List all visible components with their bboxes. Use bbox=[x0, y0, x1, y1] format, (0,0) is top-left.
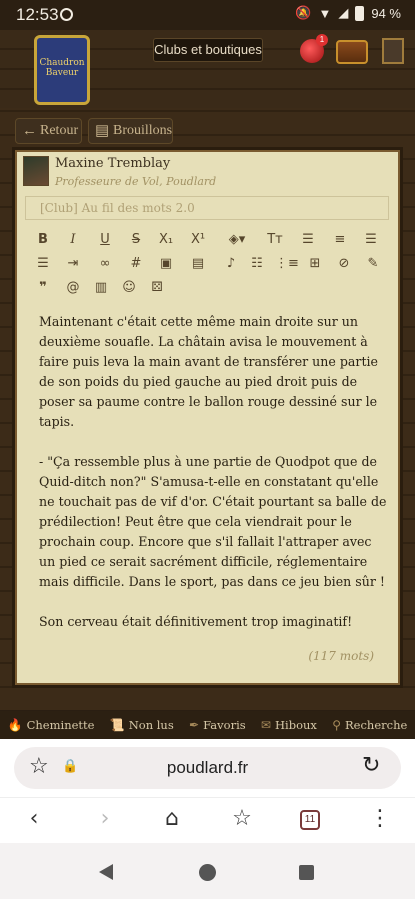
format-toolbar: B I U S X₁ X¹ ◈▾ Tт ☰ ≡ ☰ ☰ ⇥ ∞ # ▣ ▤ ♪ … bbox=[25, 226, 389, 300]
footer-label: Cheminette bbox=[26, 718, 95, 732]
drafts-label: Brouillons bbox=[113, 123, 173, 138]
author-role: Professeure de Vol, Poudlard bbox=[55, 175, 217, 188]
superscript-icon[interactable]: X¹ bbox=[188, 230, 208, 250]
footer-label: Hiboux bbox=[275, 718, 317, 732]
drafts-button[interactable]: ▤ Brouillons bbox=[88, 118, 173, 144]
dice-icon[interactable]: ⚄ bbox=[147, 278, 167, 298]
browser-nav-bar: ‹ › ⌂ ☆ ⋮ bbox=[0, 797, 415, 843]
strikethrough-icon[interactable]: S bbox=[126, 230, 146, 250]
table-icon[interactable]: ⊞ bbox=[305, 254, 325, 274]
footer-item-hiboux[interactable]: ✉ Hiboux bbox=[261, 718, 317, 732]
system-recents-icon[interactable] bbox=[299, 865, 314, 880]
underline-icon[interactable]: U bbox=[95, 230, 115, 250]
home-icon[interactable]: ⌂ bbox=[157, 806, 187, 831]
drafts-icon: ▤ bbox=[95, 123, 110, 139]
spoiler-icon[interactable]: ▥ bbox=[91, 278, 111, 298]
search-icon: ⚲ bbox=[332, 718, 342, 732]
footer-item-favoris[interactable]: ✒ Favoris bbox=[189, 718, 246, 732]
image-icon[interactable]: ▣ bbox=[156, 254, 176, 274]
post-body-text[interactable]: Maintenant c'était cette même main droit… bbox=[39, 312, 389, 632]
fire-icon: 🔥 bbox=[7, 718, 23, 732]
logo-text: Chaudron Baveur bbox=[39, 58, 85, 78]
align-left-icon[interactable]: ☰ bbox=[298, 230, 318, 250]
author-name[interactable]: Maxine Tremblay bbox=[55, 156, 170, 171]
video-icon[interactable]: ▤ bbox=[188, 254, 208, 274]
align-center-icon[interactable]: ≡ bbox=[330, 230, 350, 250]
mute-icon: 🔕 bbox=[295, 5, 312, 20]
status-time: 12:53 bbox=[16, 5, 59, 24]
numbered-list-icon[interactable]: ⋮≡ bbox=[275, 254, 299, 274]
inventory-chest-icon[interactable] bbox=[336, 40, 368, 64]
browser-url-bar: ☆ 🔒 poudlard.fr ↻ bbox=[0, 739, 415, 797]
battery-level: 94 % bbox=[371, 5, 401, 21]
footer-label: Favoris bbox=[203, 718, 246, 732]
site-logo[interactable]: Chaudron Baveur bbox=[34, 35, 90, 105]
footer-label: Non lus bbox=[128, 718, 174, 732]
word-count: (117 mots) bbox=[308, 649, 374, 663]
back-button[interactable]: ← Retour bbox=[15, 118, 82, 144]
avatar[interactable] bbox=[23, 156, 49, 186]
subscript-icon[interactable]: X₁ bbox=[156, 230, 176, 250]
color-fill-icon[interactable]: ◈▾ bbox=[221, 230, 253, 250]
footer-item-cheminette[interactable]: 🔥 Cheminette bbox=[8, 718, 95, 732]
forum-footer: 🔥 Cheminette 📜 Non lus ✒ Favoris ✉ Hiboux ⚲ R… bbox=[0, 711, 415, 739]
hashtag-icon[interactable]: # bbox=[126, 254, 146, 274]
link-icon[interactable]: ∞ bbox=[95, 254, 115, 274]
notification-badge: 1 bbox=[316, 34, 328, 46]
envelope-icon: ✉ bbox=[260, 718, 272, 732]
footer-label: Recherche bbox=[345, 718, 408, 732]
status-icons: 🔕 ▼ ◢ 94 % bbox=[295, 5, 401, 21]
post-editor: Maxine Tremblay Professeure de Vol, Poud… bbox=[15, 150, 400, 685]
back-label: Retour bbox=[40, 123, 79, 138]
bookmarks-icon[interactable]: ☆ bbox=[227, 806, 257, 831]
justify-icon[interactable]: ☰ bbox=[33, 254, 53, 274]
status-bar: 12:53 🔕 ▼ ◢ 94 % bbox=[0, 0, 415, 30]
address-box[interactable]: ☆ 🔒 poudlard.fr ↻ bbox=[14, 747, 401, 789]
forward-arrow-icon[interactable]: › bbox=[90, 806, 120, 831]
bold-icon[interactable]: B bbox=[33, 230, 53, 250]
system-back-icon[interactable] bbox=[99, 864, 113, 880]
mention-icon[interactable]: @ bbox=[63, 278, 83, 298]
text-size-icon[interactable]: Tт bbox=[265, 230, 285, 250]
indent-icon[interactable]: ⇥ bbox=[63, 254, 83, 274]
signal-icon: ◢ bbox=[338, 5, 349, 20]
clubs-button[interactable]: Clubs et boutiques bbox=[153, 38, 263, 62]
reload-icon[interactable]: ↻ bbox=[362, 753, 380, 778]
music-icon[interactable]: ♪ bbox=[221, 254, 241, 274]
back-arrow-icon[interactable]: ‹ bbox=[19, 806, 49, 831]
hide-icon[interactable]: ⊘ bbox=[334, 254, 354, 274]
quote-icon[interactable]: ❞ bbox=[33, 278, 53, 298]
footer-item-non-lus[interactable]: 📜 Non lus bbox=[110, 718, 174, 732]
scroll-icon: 📜 bbox=[109, 718, 125, 732]
system-home-icon[interactable] bbox=[199, 864, 216, 881]
emoji-icon[interactable]: ☺ bbox=[119, 278, 139, 298]
arrow-left-icon: ← bbox=[22, 123, 37, 139]
profile-portrait-icon[interactable] bbox=[382, 38, 404, 64]
url-text[interactable]: poudlard.fr bbox=[14, 758, 401, 778]
wifi-icon: ▼ bbox=[318, 5, 332, 21]
battery-icon bbox=[355, 5, 365, 21]
topic-title[interactable]: [Club] Au fil des mots 2.0 bbox=[25, 196, 389, 220]
menu-dots-icon[interactable]: ⋮ bbox=[365, 806, 395, 831]
pencil-icon[interactable]: ✎ bbox=[363, 254, 383, 274]
italic-icon[interactable]: I bbox=[63, 230, 83, 250]
bullet-list-icon[interactable]: ☷ bbox=[247, 254, 267, 274]
alarm-icon bbox=[60, 8, 73, 21]
quill-icon: ✒ bbox=[189, 718, 200, 732]
footer-item-recherche[interactable]: ⚲ Recherche bbox=[332, 718, 407, 732]
align-right-icon[interactable]: ☰ bbox=[361, 230, 381, 250]
tabs-count-icon[interactable]: 11 bbox=[300, 810, 320, 830]
